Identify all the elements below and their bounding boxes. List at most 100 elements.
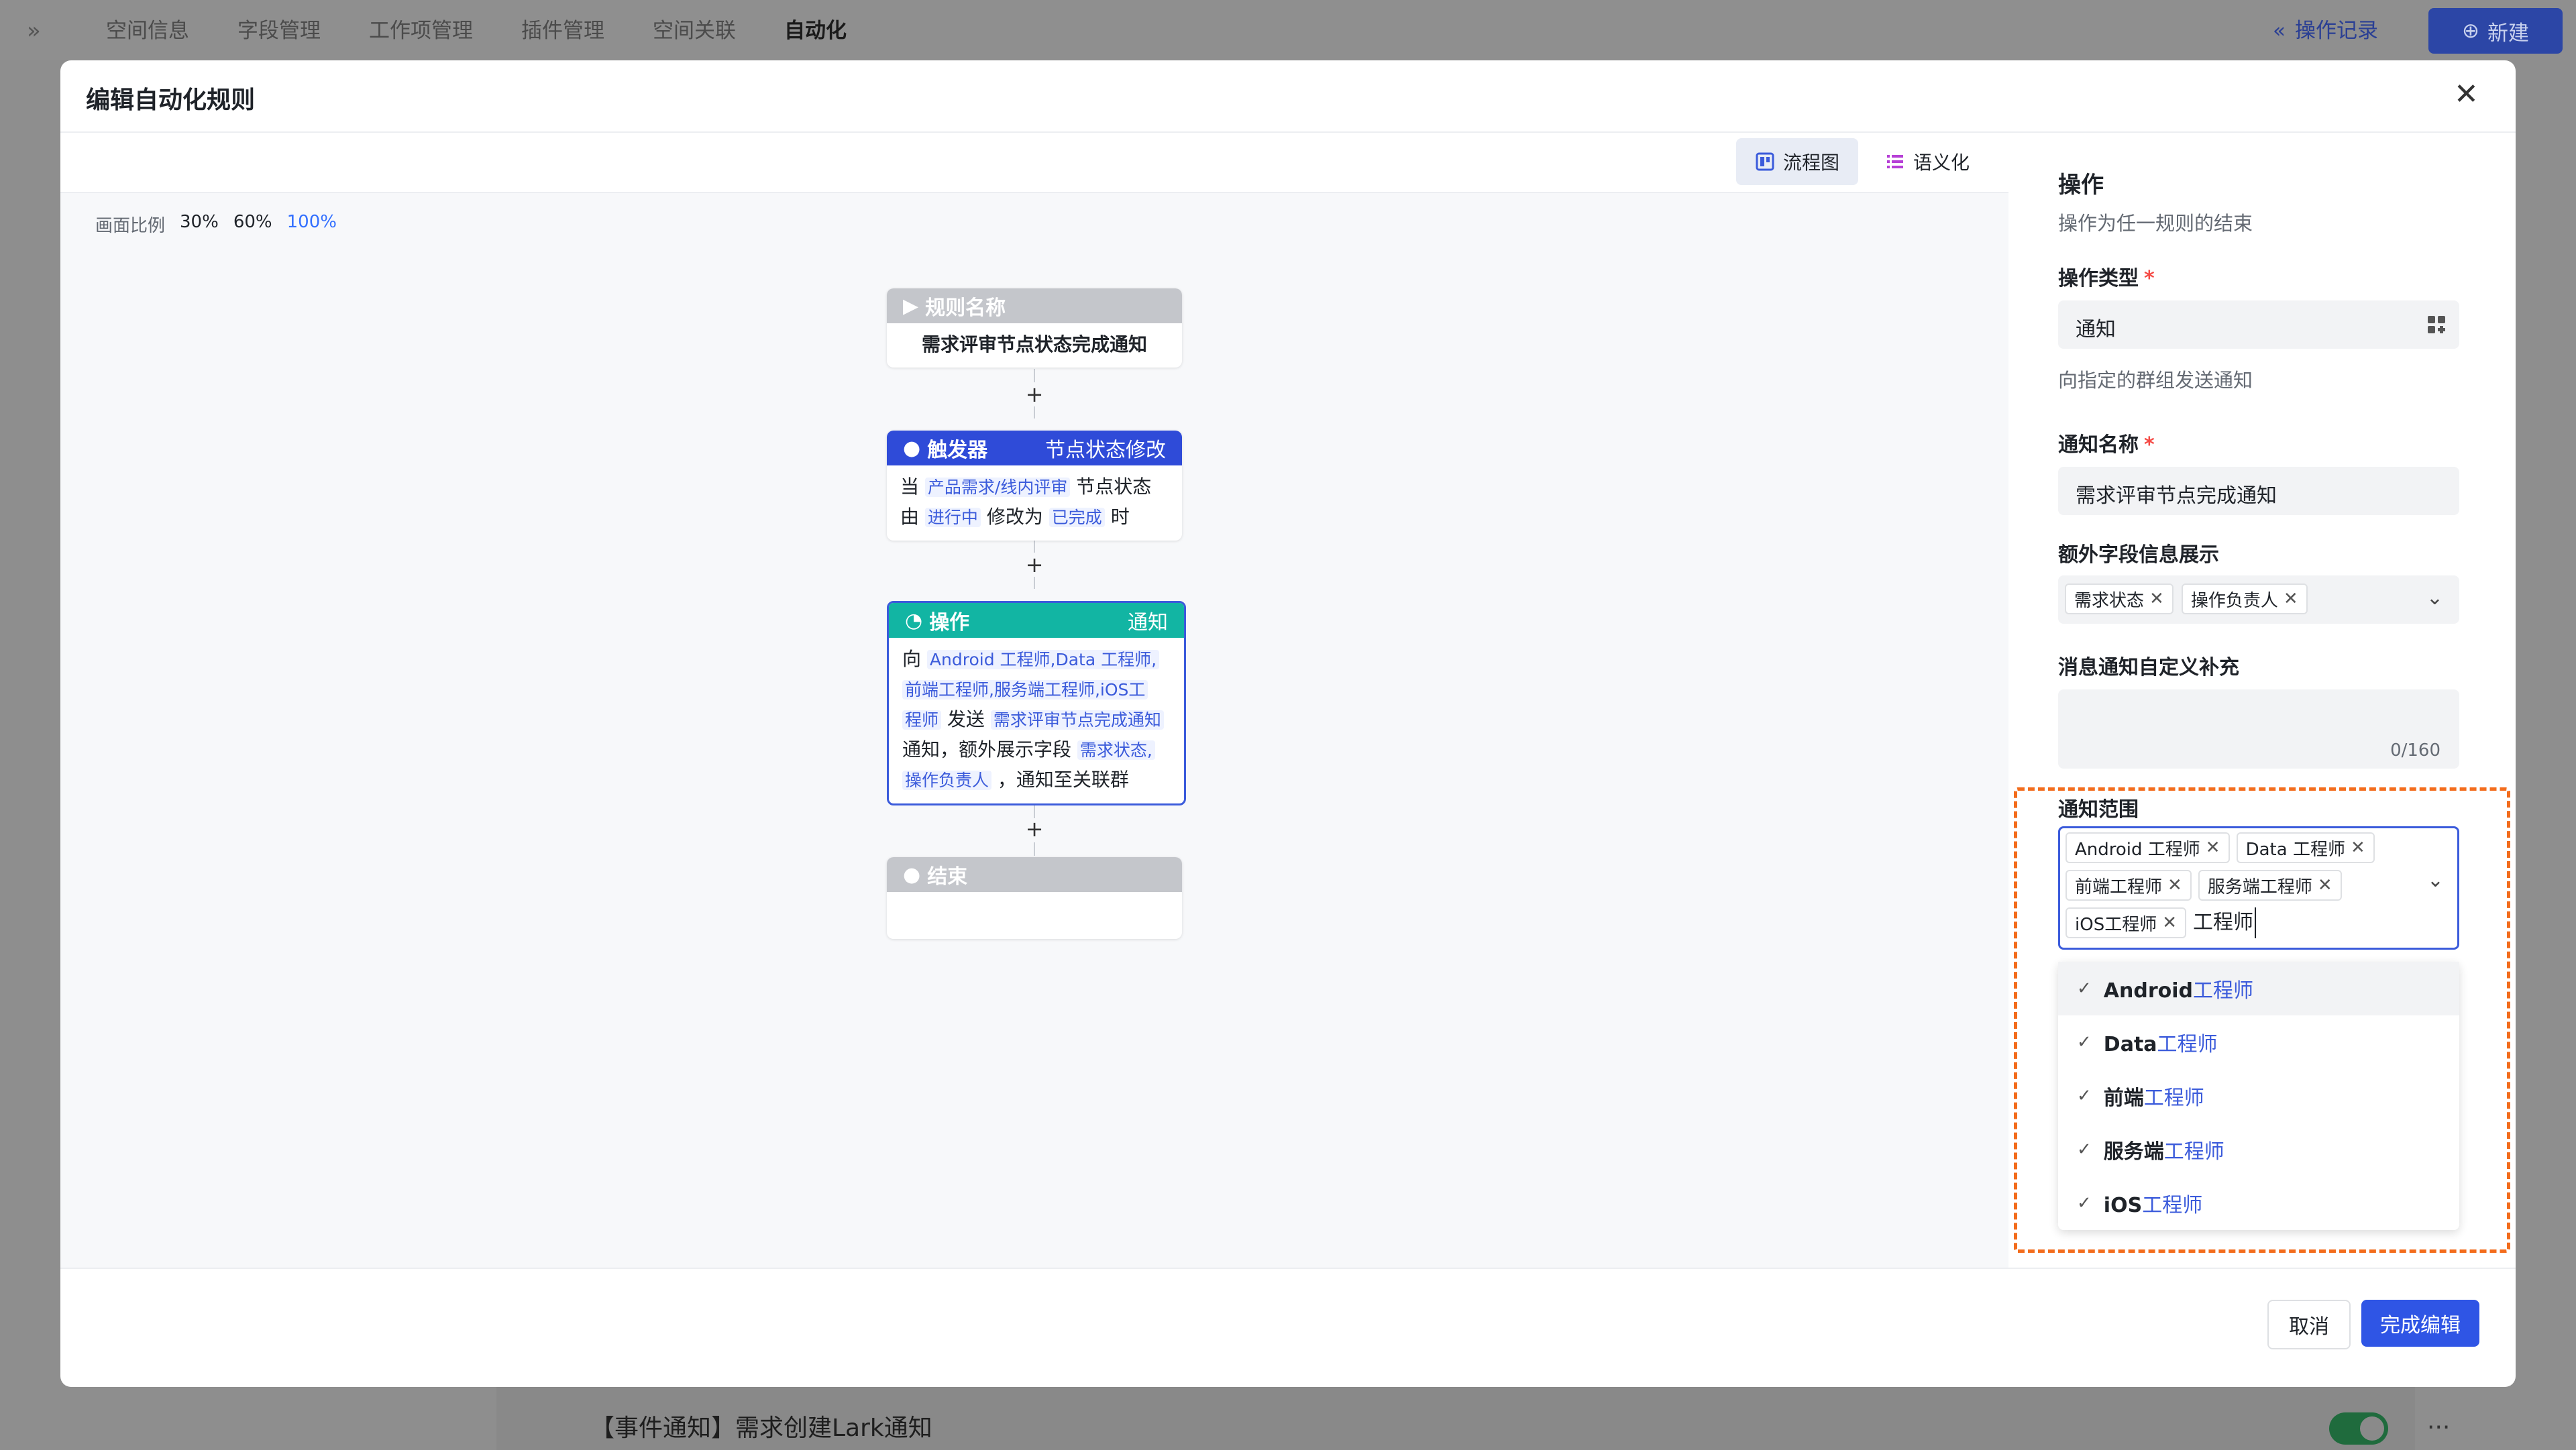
action-node-title: 操作	[929, 611, 970, 634]
rule-name-node-title: 规则名称	[925, 296, 1006, 320]
trigger-text: 当	[900, 476, 920, 498]
modal-title: 编辑自动化规则	[86, 87, 256, 114]
trigger-node-ref: 产品需求/线内评审	[924, 478, 1071, 497]
cancel-button[interactable]: 取消	[2267, 1300, 2351, 1349]
nav-item-work-items[interactable]: 工作项管理	[369, 15, 473, 47]
end-node-title: 结束	[927, 865, 968, 889]
notify-name-input[interactable]: 需求评审节点完成通知	[2058, 467, 2459, 515]
nav-item-space-link[interactable]: 空间关联	[653, 15, 736, 47]
action-text: 发送	[947, 708, 985, 730]
trigger-text: 时	[1110, 506, 1130, 528]
nav-item-fields[interactable]: 字段管理	[237, 15, 321, 47]
notify-name-value: 需求评审节点完成通知	[2076, 484, 2277, 508]
action-extra-fields: 操作负责人	[902, 771, 992, 790]
zoom-option-60[interactable]: 60%	[233, 212, 272, 237]
required-mark: *	[2144, 433, 2155, 457]
action-recipients: 前端工程师,服务端工程师,iOS工	[902, 680, 1148, 700]
custom-msg-label: 消息通知自定义补充	[2058, 656, 2239, 679]
view-toolbar: 流程图 语义化	[60, 133, 2008, 193]
trigger-node-body: 当 产品需求/线内评审 节点状态 由 进行中 修改为 已完成 时	[887, 465, 1182, 541]
nav-item-plugins[interactable]: 插件管理	[521, 15, 604, 47]
extra-fields-label: 额外字段信息展示	[2058, 543, 2219, 567]
trigger-node-title: 触发器	[927, 439, 988, 462]
top-nav: 空间信息 字段管理 工作项管理 插件管理 空间关联 自动化	[106, 15, 895, 47]
finish-edit-button[interactable]: 完成编辑	[2361, 1300, 2479, 1347]
action-text: ，通知至关联群	[997, 769, 1129, 791]
action-node[interactable]: ◔ 操作 通知 向 Android 工程师,Data 工程师, 前端工程师,服务端…	[887, 601, 1186, 805]
action-node-body: 向 Android 工程师,Data 工程师, 前端工程师,服务端工程师,iOS…	[889, 638, 1184, 803]
trigger-type-label: 节点状态修改	[1045, 439, 1166, 462]
connector-line	[1034, 541, 1035, 553]
action-text: 通知，额外展示字段	[902, 738, 1072, 761]
rule-enable-toggle[interactable]	[2329, 1412, 2388, 1445]
trigger-to-status: 已完成	[1049, 508, 1105, 527]
highlight-box	[2014, 787, 2510, 1253]
play-icon: ▶	[903, 294, 919, 318]
flow-canvas: 流程图 语义化 画面比例 30% 60% 100% ▶ 规则名称 需求评审节点状态…	[60, 133, 2008, 1268]
action-notify-name: 需求评审节点完成通知	[990, 710, 1164, 730]
op-type-hint: 向指定的群组发送通知	[2058, 369, 2253, 392]
semantic-view-button[interactable]: 语义化	[1866, 138, 1988, 185]
flowchart-icon	[1756, 152, 1774, 171]
new-button[interactable]: ⊕ 新建	[2428, 8, 2563, 54]
action-recipients: 程师	[902, 710, 942, 730]
plus-circle-icon: ⊕	[2462, 19, 2479, 43]
end-icon: ●	[903, 862, 921, 887]
more-icon[interactable]: ···	[2427, 1414, 2450, 1441]
extra-field-tag: 需求状态 ✕	[2065, 583, 2174, 614]
operation-log-label: 操作记录	[2294, 19, 2378, 43]
action-text: 向	[902, 648, 922, 670]
action-extra-fields: 需求状态,	[1077, 740, 1155, 760]
zoom-option-100[interactable]: 100%	[287, 212, 337, 237]
op-type-value: 通知	[2076, 318, 2116, 341]
op-type-label-text: 操作类型	[2058, 267, 2139, 290]
extra-fields-tags: 需求状态 ✕ 操作负责人 ✕	[2065, 583, 2308, 614]
modal-header: 编辑自动化规则 ✕	[60, 60, 2516, 133]
list-icon	[1887, 155, 1903, 168]
action-icon: ◔	[905, 608, 923, 632]
trigger-text: 节点状态	[1076, 476, 1152, 498]
rule-name-node-header: ▶ 规则名称	[887, 288, 1182, 323]
notify-name-label: 通知名称 *	[2058, 428, 2155, 457]
end-node-header: ● 结束	[887, 857, 1182, 892]
modal-footer: 取消 完成编辑	[60, 1268, 2516, 1387]
remove-tag-icon[interactable]: ✕	[2284, 589, 2298, 609]
background-rule-title: 【事件通知】需求创建Lark通知	[590, 1414, 932, 1442]
nav-item-automation[interactable]: 自动化	[784, 15, 847, 47]
add-step-button[interactable]: +	[1024, 384, 1045, 405]
panel-subtitle: 操作为任一规则的结束	[2058, 212, 2253, 235]
expand-sidebar-icon[interactable]: »	[27, 17, 41, 44]
trigger-text: 修改为	[986, 506, 1043, 528]
add-step-button[interactable]: +	[1024, 554, 1045, 575]
add-step-button[interactable]: +	[1024, 818, 1045, 840]
trigger-node[interactable]: ● 触发器 节点状态修改 当 产品需求/线内评审 节点状态 由 进行中 修改为 已…	[887, 431, 1182, 541]
op-type-select[interactable]: 通知	[2058, 300, 2459, 349]
rule-name-node[interactable]: ▶ 规则名称 需求评审节点状态完成通知	[887, 288, 1182, 368]
tag-label: 操作负责人	[2190, 590, 2278, 611]
close-icon[interactable]: ✕	[2454, 78, 2479, 111]
double-chevron-left-icon: «	[2273, 19, 2286, 43]
trigger-from-status: 进行中	[924, 508, 981, 527]
remove-tag-icon[interactable]: ✕	[2149, 589, 2164, 609]
flowchart-view-button[interactable]: 流程图	[1736, 138, 1859, 185]
trigger-text: 由	[900, 506, 920, 528]
semantic-view-label: 语义化	[1913, 152, 1970, 174]
zoom-option-30[interactable]: 30%	[180, 212, 219, 237]
connector-line	[1034, 369, 1035, 382]
custom-msg-textarea[interactable]: 0/160	[2058, 689, 2459, 769]
connector-line	[1034, 577, 1035, 589]
operation-log-button[interactable]: « 操作记录	[2273, 15, 2378, 47]
notify-name-label-text: 通知名称	[2058, 433, 2139, 457]
connector-line	[1034, 406, 1035, 419]
panel-title: 操作	[2058, 172, 2104, 199]
op-type-label: 操作类型 *	[2058, 262, 2155, 291]
extra-field-tag: 操作负责人 ✕	[2181, 583, 2308, 614]
end-node[interactable]: ● 结束	[887, 857, 1182, 939]
trigger-node-header: ● 触发器 节点状态修改	[887, 431, 1182, 465]
top-bar: » 空间信息 字段管理 工作项管理 插件管理 空间关联 自动化 « 操作记录 ⊕…	[0, 0, 2576, 60]
zoom-scale: 画面比例 30% 60% 100%	[95, 212, 337, 237]
chevron-down-icon[interactable]: ⌄	[2426, 586, 2443, 610]
new-button-label: 新建	[2487, 21, 2529, 46]
nav-item-space-info[interactable]: 空间信息	[106, 15, 189, 47]
extra-fields-select[interactable]: 需求状态 ✕ 操作负责人 ✕ ⌄	[2058, 575, 2459, 624]
